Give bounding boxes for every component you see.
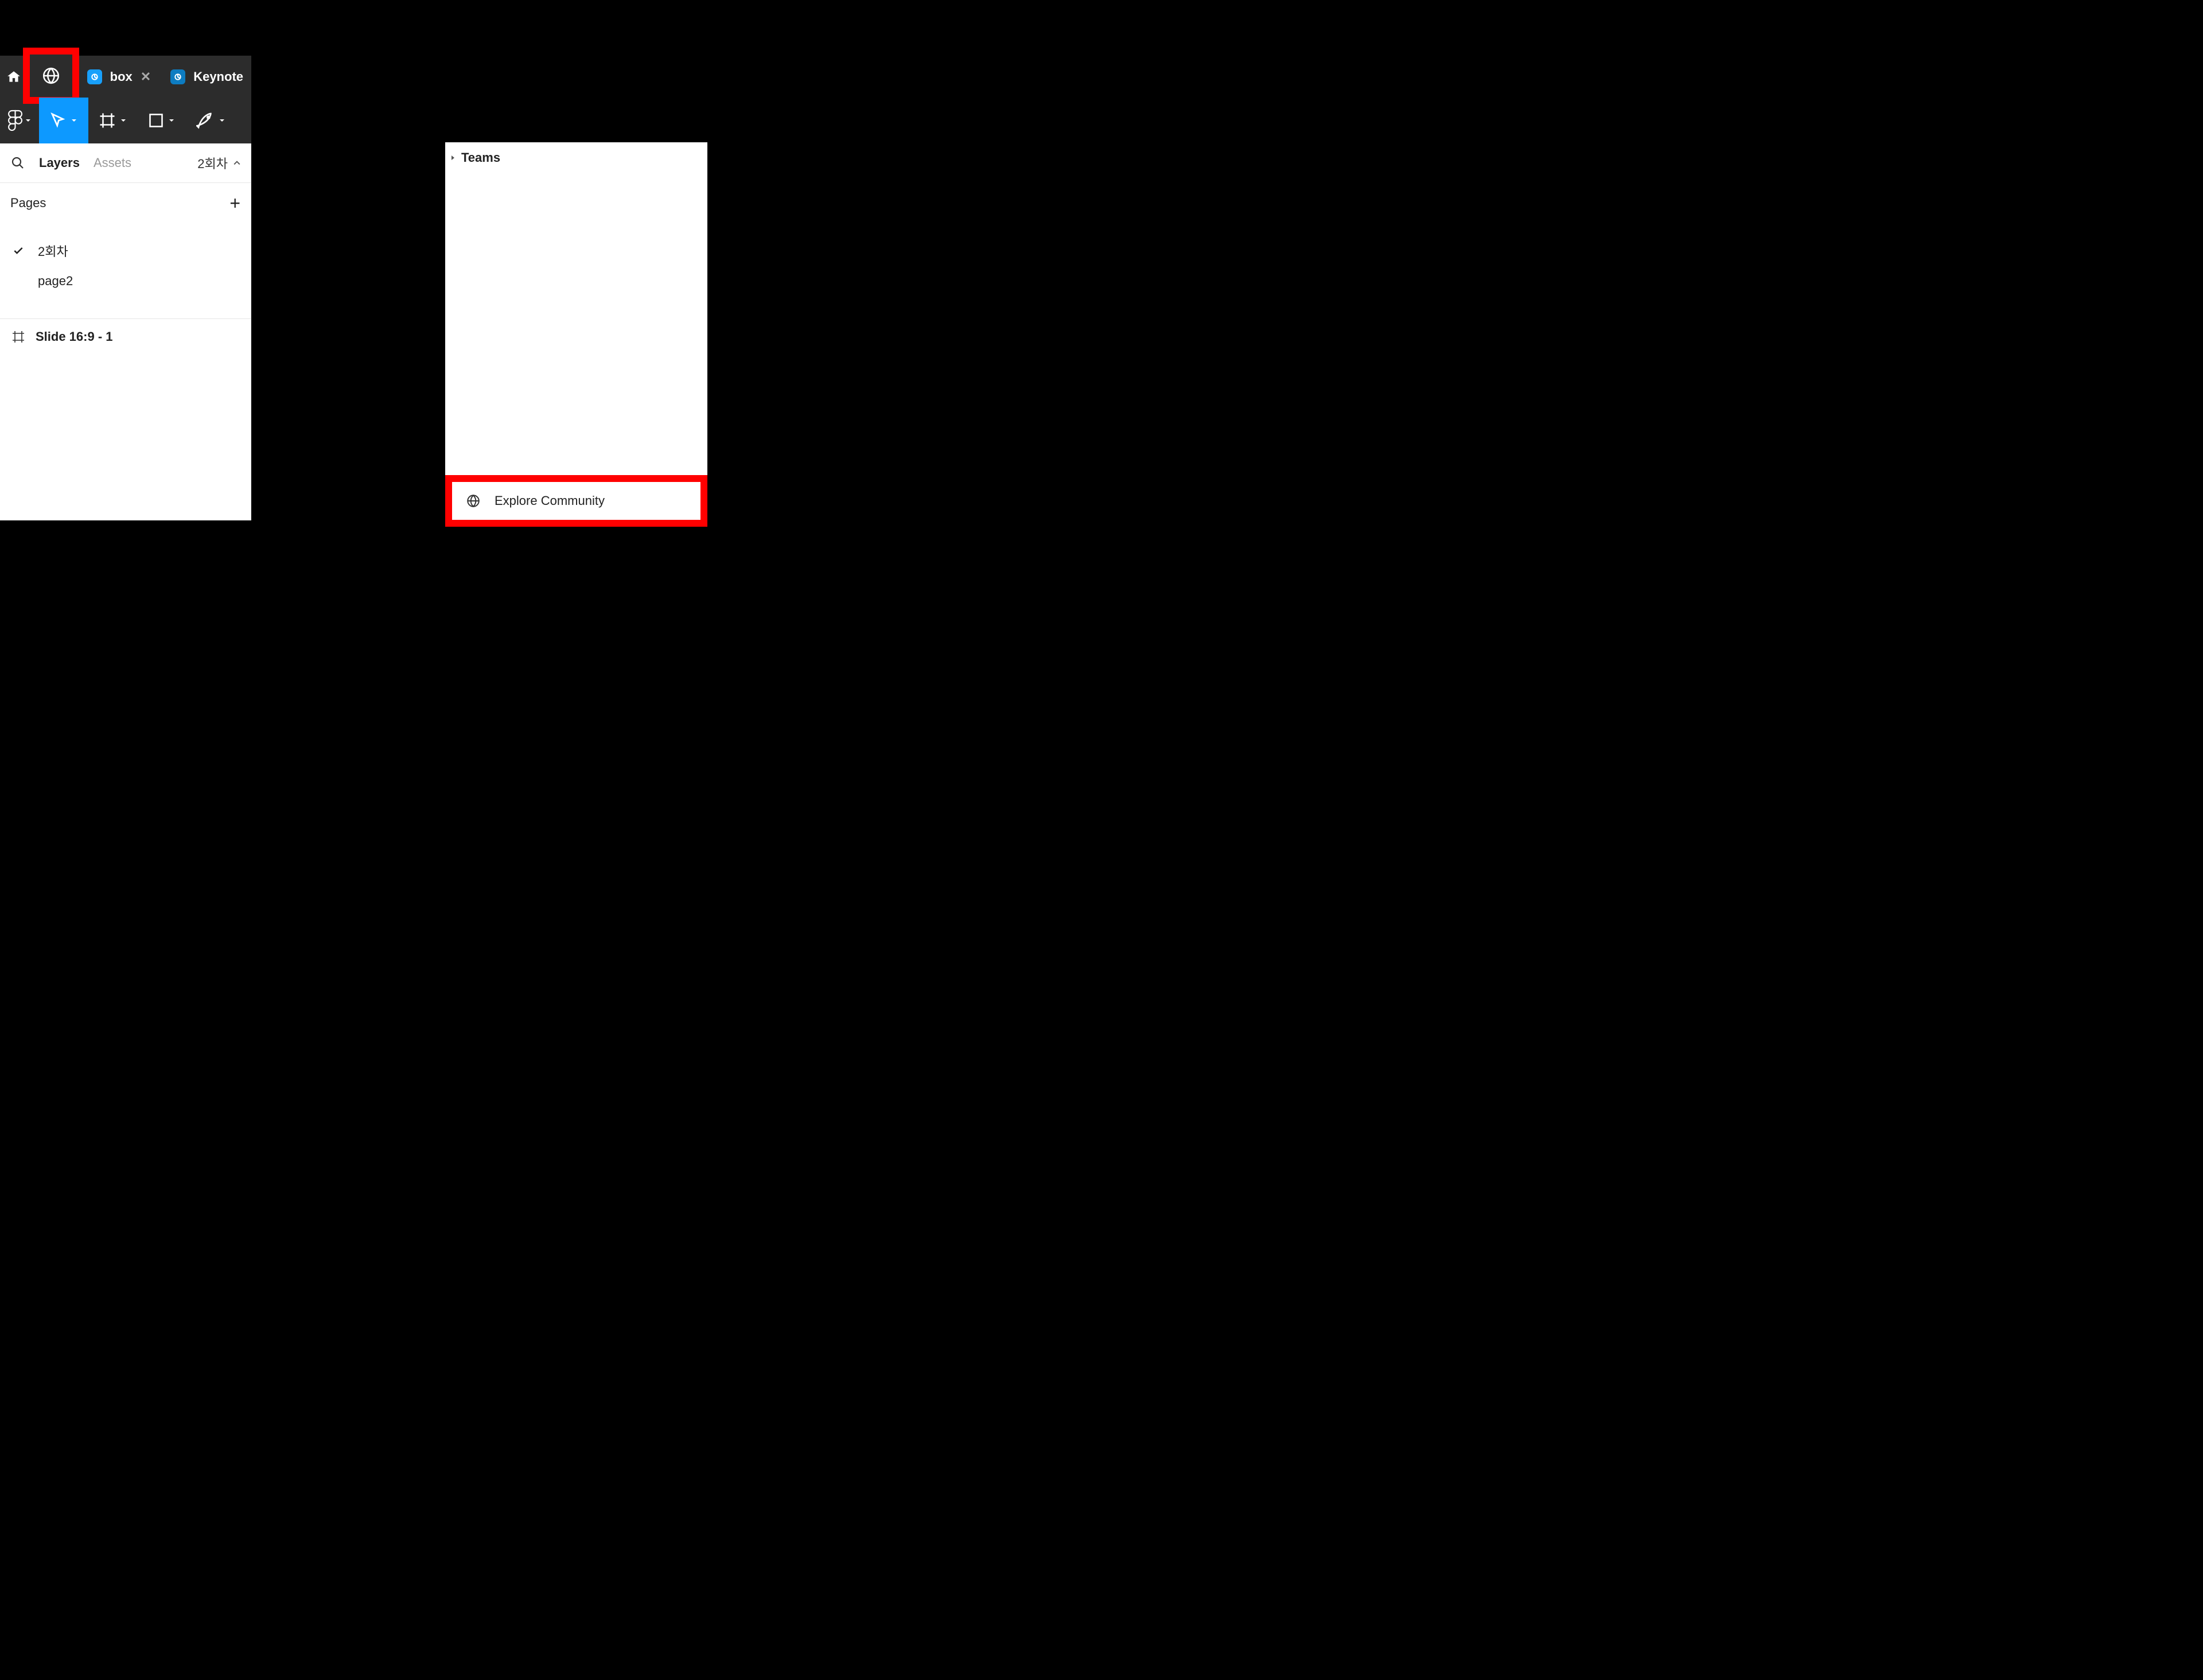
tab-keynote-label: Keynote [193,69,243,84]
highlight-explore-community: Explore Community [445,475,707,527]
page-item-label: page2 [38,274,73,289]
shape-tool[interactable] [138,98,186,143]
caret-right-icon [449,154,457,162]
pages-section-header: Pages + [0,183,251,223]
highlight-community-tab [23,48,79,104]
figma-logo-icon [8,110,23,131]
page-item-label: 2회차 [38,242,68,260]
chevron-down-icon [70,116,78,125]
left-panel: box ✕ Keynote [0,56,251,520]
frame-icon [11,330,25,344]
page-item[interactable]: page2 [0,267,251,295]
frame-icon [99,112,116,129]
search-button[interactable] [10,155,25,170]
main-menu-button[interactable] [0,98,39,143]
toolbar [0,98,251,143]
panel-tabs: Layers Assets 2회차 [0,143,251,183]
home-icon [6,69,21,84]
teams-row[interactable]: Teams [445,142,707,173]
page-selector-label: 2회차 [197,154,228,172]
layer-row[interactable]: Slide 16:9 - 1 [0,319,251,355]
community-tab[interactable] [30,55,72,97]
figjam-icon [87,69,102,84]
page-selector[interactable]: 2회차 [197,154,240,172]
cursor-icon [49,112,67,129]
chevron-down-icon [168,116,176,125]
globe-icon [41,66,61,85]
layers-tab[interactable]: Layers [39,155,80,170]
chevron-down-icon [218,116,226,125]
frame-tool[interactable] [88,98,138,143]
page-list: 2회차 page2 [0,223,251,318]
pen-icon [196,111,215,130]
chevron-down-icon [119,116,127,125]
tab-box[interactable]: box ✕ [79,56,159,98]
tab-keynote[interactable]: Keynote [159,56,251,98]
assets-tab[interactable]: Assets [94,155,131,170]
pages-label: Pages [10,196,46,211]
explore-community-label: Explore Community [495,493,605,508]
chevron-down-icon [25,118,31,123]
explore-community-button[interactable]: Explore Community [452,484,700,518]
home-button[interactable] [3,65,24,88]
page-item[interactable]: 2회차 [0,235,251,267]
pen-tool[interactable] [186,98,236,143]
globe-icon [466,493,481,508]
left-panel-body: Layers Assets 2회차 Pages + 2회차 [0,143,251,520]
figjam-icon [170,69,185,84]
layer-row-label: Slide 16:9 - 1 [36,329,113,344]
teams-label: Teams [461,150,500,165]
close-icon[interactable]: ✕ [141,69,151,84]
right-sidebar-panel: Teams Explore Community [445,142,707,527]
rectangle-icon [148,112,164,129]
tab-box-label: box [110,69,133,84]
check-icon [11,245,25,256]
search-icon [11,156,25,170]
move-tool[interactable] [39,98,88,143]
chevron-up-icon [233,160,240,166]
tab-strip: box ✕ Keynote [0,56,251,98]
layers-section: Slide 16:9 - 1 [0,318,251,355]
